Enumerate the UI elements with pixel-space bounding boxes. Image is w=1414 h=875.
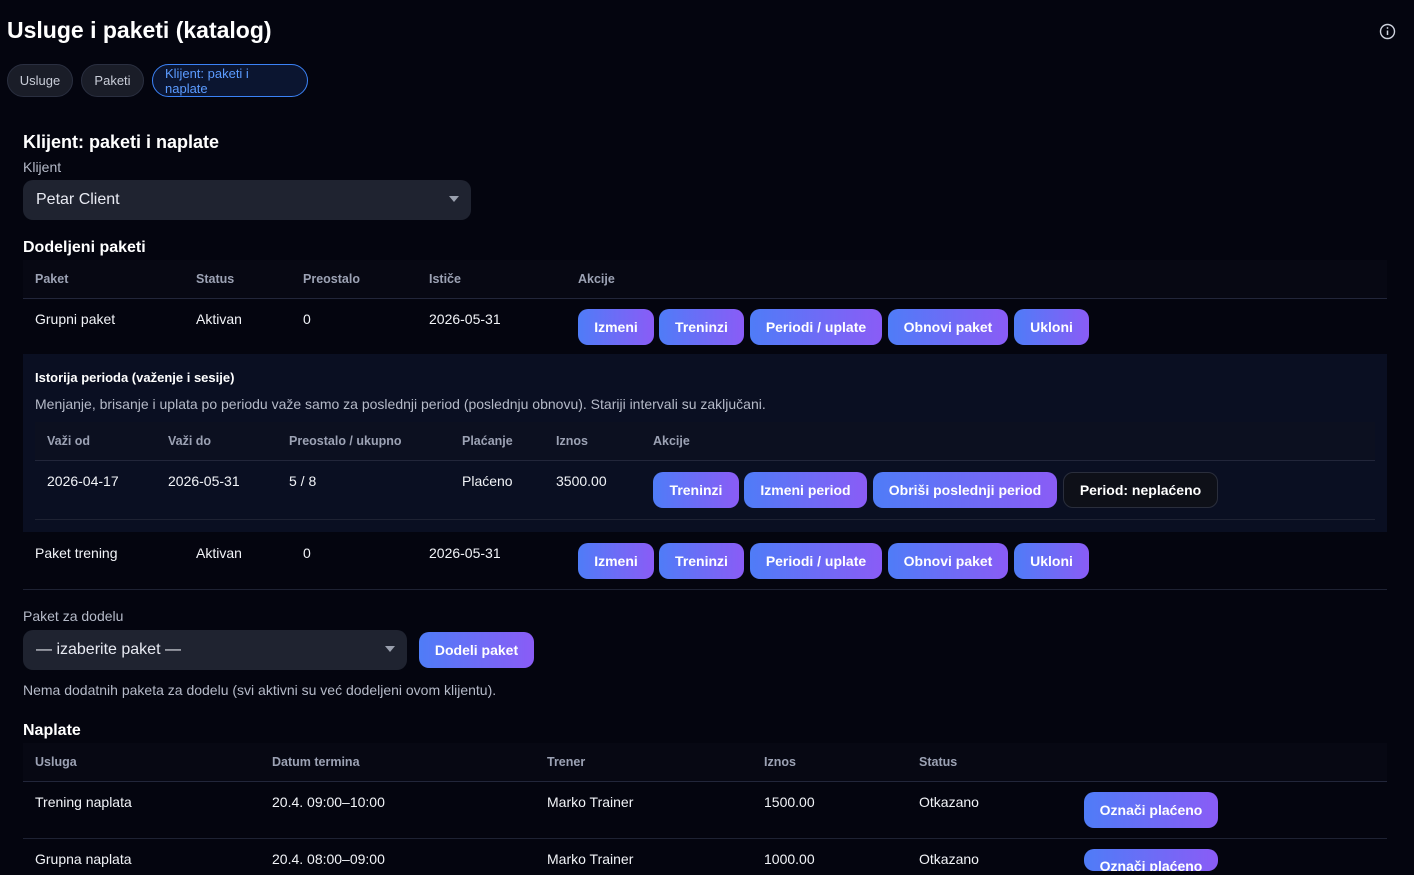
package-remaining: 0	[303, 545, 311, 561]
package-expires: 2026-05-31	[429, 545, 501, 561]
col-akcije: Akcije	[578, 272, 615, 286]
billing-trainer: Marko Trainer	[547, 794, 634, 810]
package-name: Grupni paket	[35, 311, 116, 327]
period-from: 2026-04-17	[47, 473, 119, 489]
billing-amount: 1500.00	[764, 794, 815, 810]
period-remaining: 5 / 8	[289, 473, 317, 489]
client-select[interactable]: Petar Client	[23, 180, 471, 220]
delete-last-period-button[interactable]: Obriši poslednji period	[873, 472, 1057, 508]
period-amount: 3500.00	[556, 473, 607, 489]
col-history-akcije: Akcije	[653, 434, 690, 448]
period-payment: Plaćeno	[462, 473, 513, 489]
assign-package-button[interactable]: Dodeli paket	[419, 632, 534, 668]
billing-status: Otkazano	[919, 794, 979, 810]
billing-trainer: Marko Trainer	[547, 851, 634, 867]
edit-period-button[interactable]: Izmeni period	[744, 472, 867, 508]
page-title: Usluge i paketi (katalog)	[7, 17, 272, 43]
col-datum: Datum termina	[272, 755, 360, 769]
billing-service: Trening naplata	[35, 794, 132, 810]
client-section-title: Klijent: paketi i naplate	[23, 132, 220, 152]
col-billing-status: Status	[919, 755, 958, 769]
col-trener: Trener	[547, 755, 586, 769]
tab-paketi[interactable]: Paketi	[81, 64, 144, 97]
client-select-value: Petar Client	[36, 191, 120, 208]
history-table-header: Važi od Važi do Preostalo / ukupno Plaća…	[35, 422, 1375, 461]
assign-label: Paket za dodelu	[23, 608, 124, 624]
col-vazi-od: Važi od	[47, 434, 91, 448]
chevron-down-icon	[449, 196, 459, 202]
assigned-table-header: Paket Status Preostalo Ističe Akcije	[23, 260, 1387, 299]
col-preostalo-ukupno: Preostalo / ukupno	[289, 434, 402, 448]
edit-button[interactable]: Izmeni	[578, 543, 654, 579]
period-trainings-button[interactable]: Treninzi	[653, 472, 739, 508]
package-remaining: 0	[303, 311, 311, 327]
package-expires: 2026-05-31	[429, 311, 501, 327]
mark-paid-button[interactable]: Označi plaćeno	[1084, 792, 1218, 828]
history-title: Istorija perioda (važenje i sesije)	[35, 370, 235, 385]
remove-button[interactable]: Ukloni	[1014, 309, 1089, 345]
col-status: Status	[196, 272, 235, 286]
col-billing-iznos: Iznos	[764, 755, 796, 769]
col-vazi-do: Važi do	[168, 434, 212, 448]
col-paket: Paket	[35, 272, 69, 286]
assigned-title: Dodeljeni paketi	[23, 239, 146, 256]
billing-amount: 1000.00	[764, 851, 815, 867]
billing-status: Otkazano	[919, 851, 979, 867]
trainings-button[interactable]: Treninzi	[659, 543, 744, 579]
period-unpaid-button[interactable]: Period: neplaćeno	[1063, 472, 1218, 508]
billing-service: Grupna naplata	[35, 851, 132, 867]
col-placanje: Plaćanje	[462, 434, 513, 448]
tab-bar: Usluge Paketi Klijent: paketi i naplate	[7, 64, 308, 97]
billing-date: 20.4. 08:00–09:00	[272, 851, 385, 867]
periods-button[interactable]: Periodi / uplate	[750, 543, 882, 579]
client-label: Klijent	[23, 159, 62, 175]
col-preostalo: Preostalo	[303, 272, 360, 286]
assign-note: Nema dodatnih paketa za dodelu (svi akti…	[23, 682, 497, 698]
history-divider	[35, 519, 1375, 520]
tab-klijent[interactable]: Klijent: paketi i naplate	[152, 64, 308, 97]
package-status: Aktivan	[196, 545, 242, 561]
renew-package-button[interactable]: Obnovi paket	[888, 309, 1008, 345]
assigned-divider	[23, 589, 1387, 590]
history-note: Menjanje, brisanje i uplata po periodu v…	[35, 396, 766, 412]
package-select-value: — izaberite paket —	[36, 641, 181, 658]
mark-paid-button[interactable]: Označi plaćeno	[1084, 849, 1218, 871]
trainings-button[interactable]: Treninzi	[659, 309, 744, 345]
package-status: Aktivan	[196, 311, 242, 327]
tab-usluge[interactable]: Usluge	[7, 64, 73, 97]
edit-button[interactable]: Izmeni	[578, 309, 654, 345]
col-usluga: Usluga	[35, 755, 77, 769]
billing-date: 20.4. 09:00–10:00	[272, 794, 385, 810]
col-istice: Ističe	[429, 272, 461, 286]
col-iznos: Iznos	[556, 434, 588, 448]
billing-table-header: Usluga Datum termina Trener Iznos Status	[23, 743, 1387, 782]
package-select[interactable]: — izaberite paket —	[23, 630, 407, 670]
periods-button[interactable]: Periodi / uplate	[750, 309, 882, 345]
remove-button[interactable]: Ukloni	[1014, 543, 1089, 579]
renew-package-button[interactable]: Obnovi paket	[888, 543, 1008, 579]
package-name: Paket trening	[35, 545, 118, 561]
period-to: 2026-05-31	[168, 473, 240, 489]
info-icon[interactable]	[1379, 23, 1396, 40]
billing-title: Naplate	[23, 722, 81, 739]
chevron-down-icon	[385, 646, 395, 652]
